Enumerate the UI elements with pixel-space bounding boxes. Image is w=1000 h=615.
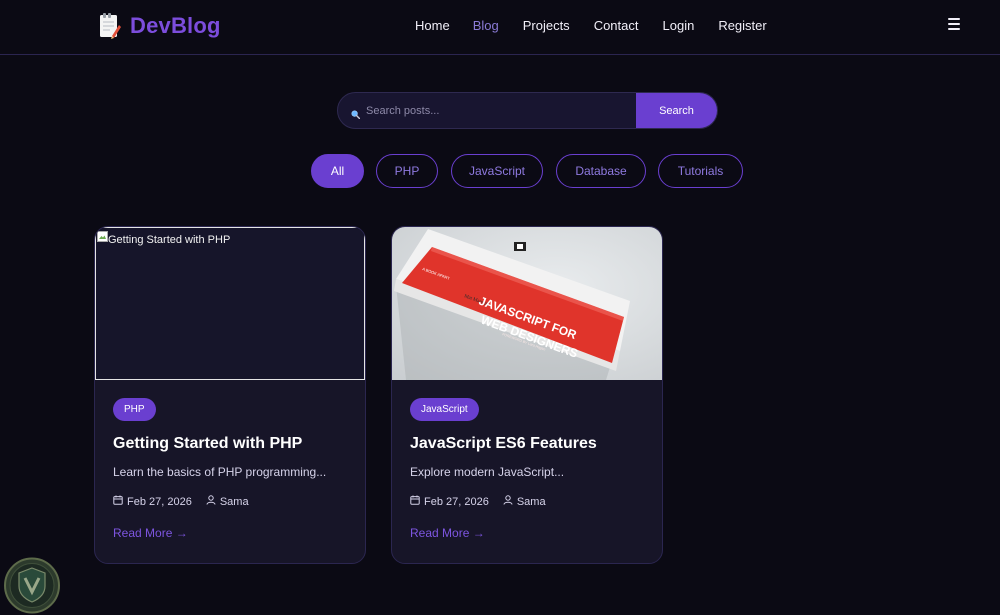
book-cover-photo: A BOOK APART Mat Marquis JAVASCRIPT FOR …	[392, 227, 662, 380]
post-title[interactable]: JavaScript ES6 Features	[410, 435, 644, 453]
nav-contact[interactable]: Contact	[594, 18, 639, 33]
post-tag[interactable]: JavaScript	[410, 398, 479, 421]
filter-database[interactable]: Database	[556, 154, 646, 188]
post-excerpt: Explore modern JavaScript...	[410, 465, 565, 479]
nav-login[interactable]: Login	[663, 18, 695, 33]
filter-tutorials[interactable]: Tutorials	[658, 154, 743, 188]
post-card: Getting Started with PHP PHP Getting Sta…	[94, 226, 366, 564]
read-more-link[interactable]: Read More →	[113, 526, 188, 540]
navbar: DevBlog Home Blog Projects Contact Login…	[0, 0, 1000, 55]
read-more-link[interactable]: Read More →	[410, 526, 485, 540]
brand-logo[interactable]: DevBlog	[98, 12, 221, 40]
broken-image-icon	[97, 229, 108, 242]
nav-home[interactable]: Home	[415, 18, 450, 33]
post-image[interactable]: Getting Started with PHP	[95, 227, 365, 380]
post-excerpt: Learn the basics of PHP programming...	[113, 465, 327, 479]
post-tag[interactable]: PHP	[113, 398, 156, 421]
calendar-icon	[113, 495, 123, 508]
post-title[interactable]: Getting Started with PHP	[113, 435, 347, 453]
post-author: Sama	[516, 495, 546, 508]
post-card: A BOOK APART Mat Marquis JAVASCRIPT FOR …	[391, 226, 663, 564]
filter-php[interactable]: PHP	[376, 154, 438, 188]
filter-javascript[interactable]: JavaScript	[451, 154, 543, 188]
search-button[interactable]: Search	[636, 93, 717, 128]
nav-blog[interactable]: Blog	[473, 18, 499, 33]
search-bar: Search	[337, 92, 718, 129]
user-icon	[503, 495, 513, 508]
image-alt-text: Getting Started with PHP	[108, 234, 231, 246]
search-input[interactable]	[338, 93, 636, 128]
nav-projects[interactable]: Projects	[523, 18, 570, 33]
nav-register[interactable]: Register	[718, 18, 766, 33]
post-meta: Feb 27, 2026 Sama	[113, 495, 347, 508]
broken-image: Getting Started with PHP	[95, 227, 365, 380]
post-date: Feb 27, 2026	[424, 495, 489, 508]
brand-title: DevBlog	[130, 13, 221, 38]
search-icon	[351, 106, 361, 120]
post-meta: Feb 27, 2026 Sama	[410, 495, 644, 508]
main-nav: Home Blog Projects Contact Login Registe…	[415, 18, 767, 33]
calendar-icon	[410, 495, 420, 508]
post-date: Feb 27, 2026	[127, 495, 192, 508]
post-author: Sama	[219, 495, 249, 508]
filter-all[interactable]: All	[311, 154, 364, 188]
user-icon	[206, 495, 216, 508]
watermark-shield-logo	[2, 556, 62, 615]
hamburger-icon[interactable]	[948, 18, 960, 32]
post-image[interactable]: A BOOK APART Mat Marquis JAVASCRIPT FOR …	[392, 227, 662, 380]
notepad-pencil-icon	[98, 12, 122, 40]
